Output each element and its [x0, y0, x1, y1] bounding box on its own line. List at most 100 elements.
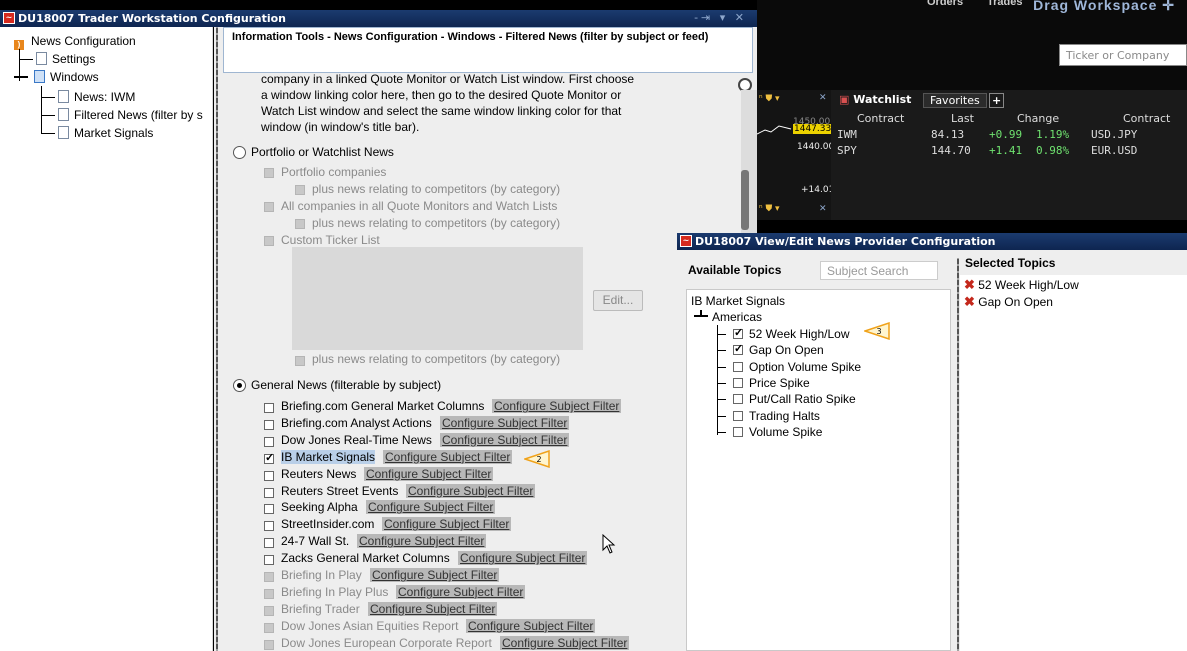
tree-label-settings: Settings — [52, 52, 96, 66]
topic-checkbox[interactable] — [733, 326, 743, 339]
option-label: Portfolio companies — [281, 165, 387, 179]
column-header[interactable]: Contract — [857, 112, 904, 125]
configure-subject-filter-link[interactable]: Configure Subject Filter — [458, 551, 588, 566]
ticker-search-input[interactable]: Ticker or Company — [1059, 44, 1187, 66]
news-source-checkbox[interactable] — [264, 521, 274, 532]
topic-checkbox[interactable] — [733, 426, 743, 437]
subject-search-input[interactable]: Subject Search — [820, 261, 938, 280]
row-contract: SPY — [837, 144, 857, 157]
all-companies-checkbox[interactable] — [264, 202, 274, 212]
close-icon[interactable]: ✕ — [819, 93, 827, 103]
drag-workspace-label[interactable]: Drag Workspace ✛ — [1033, 0, 1175, 14]
column-header[interactable]: Contract — [1123, 112, 1170, 125]
price-mid: 1440.00 — [797, 142, 835, 152]
selected-topic-item[interactable]: ✖ 52 Week High/Low — [964, 278, 1079, 292]
tree-label: Filtered News (filter by s — [74, 108, 203, 122]
news-source-checkbox[interactable] — [264, 470, 274, 481]
watchlist-title: ▣ Watchlist — [833, 93, 917, 108]
competitors-checkbox[interactable] — [295, 185, 305, 195]
topic-checkbox[interactable] — [733, 361, 743, 372]
document-icon — [58, 90, 69, 103]
add-tab-button[interactable]: + — [989, 93, 1005, 108]
configure-subject-filter-link[interactable]: Configure Subject Filter — [382, 517, 512, 532]
news-source-checkbox[interactable] — [264, 451, 274, 464]
topic-checkbox[interactable] — [733, 377, 743, 388]
watchlist-title-text: Watchlist — [853, 93, 912, 106]
configure-subject-filter-link[interactable]: Configure Subject Filter — [440, 432, 570, 447]
news-source-checkbox[interactable] — [264, 605, 274, 616]
splitter-handle[interactable] — [957, 258, 959, 651]
news-source-checkbox[interactable] — [264, 538, 274, 549]
table-row[interactable]: SPY — [837, 144, 857, 157]
news-source-checkbox[interactable] — [264, 419, 274, 430]
configure-subject-filter-link[interactable]: Configure Subject Filter — [368, 601, 498, 616]
news-source-checkbox[interactable] — [264, 572, 274, 582]
table-row[interactable]: IWM — [837, 128, 857, 141]
tree-item-filtered-news[interactable]: Filtered News (filter by s — [58, 108, 212, 125]
news-source-checkbox[interactable] — [264, 639, 274, 650]
competitors-checkbox[interactable] — [295, 356, 305, 366]
remove-icon[interactable]: ✖ — [964, 277, 975, 292]
collapse-icon[interactable] — [14, 76, 28, 78]
configure-subject-filter-link[interactable]: Configure Subject Filter — [406, 483, 536, 498]
configure-subject-filter-link[interactable]: Configure Subject Filter — [396, 584, 526, 599]
callout-number: 2 — [536, 455, 541, 464]
topic-label: Gap On Open — [749, 343, 824, 358]
configure-subject-filter-link[interactable]: Configure Subject Filter — [383, 449, 513, 464]
tree-item-news-configuration[interactable]: ) News Configuration — [13, 34, 136, 51]
portfolio-news-radio[interactable] — [233, 146, 246, 159]
info-header: Information Tools - News Configuration -… — [223, 27, 753, 73]
tree-item-settings[interactable]: Settings — [36, 52, 95, 69]
news-source-checkbox[interactable] — [264, 504, 274, 515]
configure-subject-filter-link[interactable]: Configure Subject Filter — [492, 399, 622, 413]
configure-subject-filter-link[interactable]: Configure Subject Filter — [364, 466, 494, 481]
selected-topic-item[interactable]: ✖ Gap On Open — [964, 295, 1053, 309]
news-source-label: Dow Jones Real-Time News — [281, 432, 432, 447]
topic-checkbox[interactable] — [733, 394, 743, 405]
custom-ticker-checkbox[interactable] — [264, 236, 274, 246]
news-source-checkbox[interactable] — [264, 403, 274, 413]
document-icon — [58, 126, 69, 139]
news-source-checkbox[interactable] — [264, 436, 274, 447]
tree-item-news-iwm[interactable]: News: IWM — [58, 90, 135, 107]
row-last: 144.70 — [931, 144, 971, 157]
news-source-checkbox[interactable] — [264, 622, 274, 633]
general-news-radio[interactable] — [233, 379, 246, 392]
configure-subject-filter-link[interactable]: Configure Subject Filter — [466, 618, 596, 633]
configure-subject-filter-link[interactable]: Configure Subject Filter — [366, 500, 496, 515]
configure-subject-filter-link[interactable]: Configure Subject Filter — [440, 415, 570, 430]
column-header[interactable]: Change — [1017, 112, 1059, 125]
trades-tab[interactable]: Trades — [987, 0, 1022, 8]
selected-topic-label: 52 Week High/Low — [978, 278, 1079, 292]
tab-favorites[interactable]: Favorites — [923, 93, 987, 108]
portfolio-companies-checkbox[interactable] — [264, 168, 274, 178]
splitter-handle[interactable] — [216, 27, 218, 651]
tree-item-windows[interactable]: Windows — [34, 70, 99, 87]
news-source-label: 24-7 Wall St. — [281, 534, 350, 549]
window-controls[interactable]: -⇥ ▾ ✕ — [694, 11, 747, 24]
tree-label-windows: Windows — [50, 70, 99, 84]
configure-subject-filter-link[interactable]: Configure Subject Filter — [370, 568, 500, 582]
configure-subject-filter-link[interactable]: Configure Subject Filter — [357, 534, 487, 549]
competitors-checkbox[interactable] — [295, 219, 305, 229]
mouse-cursor-icon — [602, 533, 616, 557]
document-icon — [36, 52, 47, 65]
topic-checkbox[interactable] — [733, 410, 743, 421]
news-source-checkbox[interactable] — [264, 588, 274, 599]
option-label: plus news relating to competitors (by ca… — [312, 352, 561, 366]
close-icon[interactable]: ✕ — [819, 204, 827, 214]
topic-checkbox[interactable] — [733, 342, 743, 356]
topic-label: Put/Call Ratio Spike — [749, 392, 856, 407]
tree-item-market-signals[interactable]: Market Signals — [58, 126, 153, 143]
scrollbar-thumb[interactable] — [741, 170, 749, 230]
remove-icon[interactable]: ✖ — [964, 294, 975, 309]
list-icon: ▣ — [839, 93, 850, 106]
orders-tab[interactable]: Orders — [927, 0, 963, 8]
configure-subject-filter-link[interactable]: Configure Subject Filter — [500, 635, 630, 650]
news-source-checkbox[interactable] — [264, 487, 274, 498]
news-source-checkbox[interactable] — [264, 555, 274, 566]
tree-connector — [41, 97, 55, 98]
custom-ticker-list[interactable] — [292, 247, 583, 350]
edit-button[interactable]: Edit... — [593, 290, 643, 311]
column-header[interactable]: Last — [951, 112, 974, 125]
